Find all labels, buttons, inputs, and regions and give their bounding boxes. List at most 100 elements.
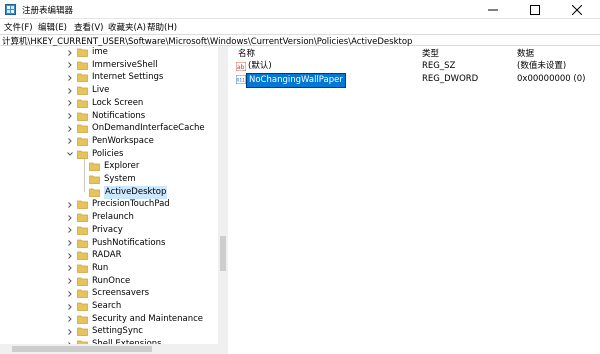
minimize-icon	[488, 9, 498, 10]
chevron-right-icon[interactable]	[66, 252, 74, 260]
tree-item-live[interactable]: Live	[66, 84, 109, 97]
maximize-button[interactable]	[520, 0, 550, 19]
chevron-right-icon[interactable]	[66, 49, 74, 57]
tree-item-label: System	[104, 174, 136, 184]
chevron-right-icon[interactable]	[66, 214, 74, 222]
value-row[interactable]: ab (默认) REG_SZ (数值未设置)	[232, 60, 600, 73]
tree-spacer	[78, 176, 86, 184]
menu-file[interactable]: 文件(F)	[4, 21, 33, 33]
tree-item-internet-settings[interactable]: Internet Settings	[66, 71, 163, 84]
chevron-right-icon[interactable]	[66, 277, 74, 285]
tree-item-privacy[interactable]: Privacy	[66, 224, 123, 237]
value-name-edit-field[interactable]: NoChangingWallPaper	[246, 73, 346, 88]
tree-item-runonce[interactable]: RunOnce	[66, 275, 130, 288]
folder-icon	[89, 188, 100, 197]
chevron-down-icon[interactable]	[66, 150, 74, 158]
chevron-right-icon[interactable]	[66, 61, 74, 69]
tree-item-lock-screen[interactable]: Lock Screen	[66, 97, 143, 110]
chevron-right-icon[interactable]	[66, 303, 74, 311]
chevron-right-icon[interactable]	[66, 112, 74, 120]
chevron-right-icon[interactable]	[66, 290, 74, 298]
chevron-right-icon[interactable]	[66, 226, 74, 234]
window-title: 注册表编辑器	[22, 6, 74, 16]
tree-item-search[interactable]: Search	[66, 300, 121, 313]
close-button[interactable]	[562, 0, 592, 19]
minimize-button[interactable]	[478, 0, 508, 19]
chevron-right-icon[interactable]	[66, 99, 74, 107]
address-bar[interactable]: 计算机\HKEY_CURRENT_USER\Software\Microsoft…	[0, 34, 600, 47]
tree-item-explorer[interactable]: Explorer	[78, 160, 139, 173]
close-icon	[572, 4, 582, 15]
tree-item-run[interactable]: Run	[66, 262, 108, 275]
tree-hscroll-thumb[interactable]	[12, 346, 152, 352]
menu-help[interactable]: 帮助(H)	[147, 21, 177, 33]
tree-horizontal-scrollbar[interactable]	[0, 344, 228, 354]
tree-spacer	[78, 188, 86, 196]
folder-icon	[77, 251, 88, 261]
tree-item-label: Screensavers	[92, 288, 150, 299]
tree-item-ondemandinterfacecache[interactable]: OnDemandInterfaceCache	[66, 122, 205, 135]
tree-item-pushnotifications[interactable]: PushNotifications	[66, 237, 165, 250]
tree-item-security-and-maintenance[interactable]: Security and Maintenance	[66, 313, 203, 326]
column-header-data[interactable]: 数据	[517, 47, 534, 59]
tree-item-prelaunch[interactable]: Prelaunch	[66, 211, 134, 224]
chevron-right-icon[interactable]	[66, 328, 74, 336]
folder-icon	[77, 137, 88, 146]
chevron-right-icon[interactable]	[66, 264, 74, 272]
tree-item-label: Explorer	[104, 161, 140, 172]
tree-item-immersiveshell[interactable]: ImmersiveShell	[66, 59, 158, 72]
folder-icon	[89, 162, 100, 172]
tree-item-label: Lock Screen	[92, 97, 144, 108]
tree-item-label: Prelaunch	[92, 212, 134, 223]
tree-item-label: Notifications	[92, 110, 146, 121]
folder-icon	[77, 239, 88, 248]
tree-item-label: Policies	[92, 148, 124, 159]
values-pane[interactable]: 名称 类型 数据 ab (默认) REG_SZ (数值未设置) 011 NoCh…	[232, 46, 600, 354]
tree-item-label: PushNotifications	[92, 237, 166, 248]
folder-icon	[77, 289, 88, 299]
column-header-type[interactable]: 类型	[422, 47, 439, 59]
tree-item-policies[interactable]: Policies	[66, 148, 123, 161]
tree-item-label: Internet Settings	[92, 72, 164, 83]
tree-item-label: Live	[92, 85, 110, 96]
folder-icon	[77, 74, 88, 83]
value-data: (数值未设置)	[517, 61, 567, 71]
tree-item-activedesktop[interactable]: ActiveDesktop	[78, 185, 168, 199]
tree-item-precisiontouchpad[interactable]: PrecisionTouchPad	[66, 198, 170, 211]
menu-favorites[interactable]: 收藏夹(A)	[108, 21, 146, 33]
chevron-right-icon[interactable]	[66, 201, 74, 209]
tree-item-radar[interactable]: RADAR	[66, 249, 122, 262]
tree-vertical-scrollbar[interactable]	[218, 46, 228, 344]
tree-spacer	[78, 163, 86, 171]
tree-item-label: Run	[92, 262, 109, 273]
chevron-right-icon[interactable]	[66, 87, 74, 95]
tree-item-screensavers[interactable]: Screensavers	[66, 287, 149, 300]
svg-text:011: 011	[237, 78, 246, 84]
tree-item-ime[interactable]: ime	[66, 46, 108, 59]
menu-view[interactable]: 查看(V)	[74, 21, 103, 33]
value-type: REG_DWORD	[422, 74, 479, 84]
chevron-right-icon[interactable]	[66, 239, 74, 247]
folder-icon	[77, 124, 88, 134]
string-value-icon: ab	[236, 62, 246, 71]
tree-item-settingsync[interactable]: SettingSync	[66, 325, 143, 338]
tree-item-penworkspace[interactable]: PenWorkspace	[66, 135, 154, 148]
chevron-right-icon[interactable]	[66, 125, 74, 133]
folder-icon	[77, 277, 88, 286]
tree-item-label: PenWorkspace	[92, 135, 154, 146]
tree-item-notifications[interactable]: Notifications	[66, 110, 145, 123]
menu-edit[interactable]: 编辑(E)	[38, 21, 67, 33]
tree-scroll-thumb[interactable]	[220, 236, 226, 271]
column-header-name[interactable]: 名称	[238, 47, 255, 59]
chevron-right-icon[interactable]	[66, 74, 74, 82]
tree-item-system[interactable]: System	[78, 173, 136, 186]
chevron-right-icon[interactable]	[66, 315, 74, 323]
value-row[interactable]: 011 NoChangingWallPaper REG_DWORD 0x0000…	[232, 73, 600, 88]
chevron-right-icon[interactable]	[66, 137, 74, 145]
title-bar: 注册表编辑器	[0, 0, 600, 19]
folder-icon	[89, 175, 100, 184]
registry-tree[interactable]: ime ImmersiveShell Internet Settings Live Lo…	[0, 46, 228, 344]
folder-icon	[77, 302, 88, 311]
value-data: 0x00000000 (0)	[517, 74, 586, 84]
tree-item-label: ime	[92, 47, 108, 57]
